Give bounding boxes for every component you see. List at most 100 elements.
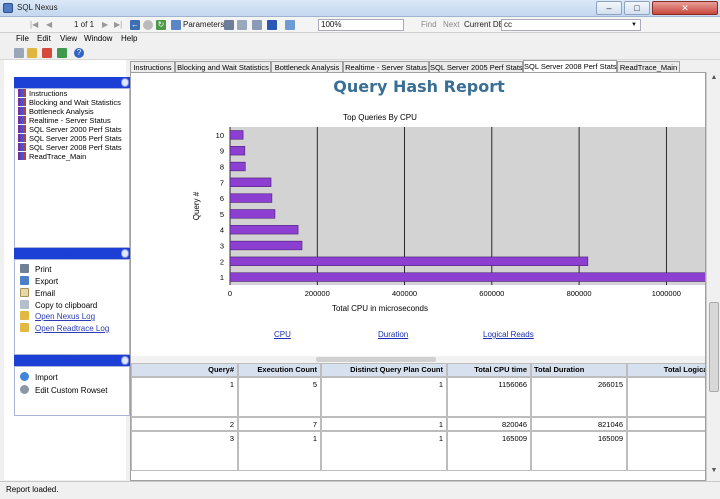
parameters-icon[interactable]	[171, 20, 181, 30]
task-label: Copy to clipboard	[35, 301, 98, 310]
bar	[229, 177, 272, 187]
new-icon[interactable]	[14, 48, 24, 58]
import-icon[interactable]	[42, 48, 52, 58]
print-layout-icon[interactable]	[237, 20, 247, 30]
data-edit-custom-rowset[interactable]: Edit Custom Rowset	[20, 385, 107, 395]
reports-pane-header[interactable]: Reports	[14, 77, 130, 88]
menu-file[interactable]: File	[16, 34, 29, 43]
left-pane: Reports Instructions Blocking and Wait S…	[4, 60, 130, 480]
stop-icon[interactable]	[143, 20, 153, 30]
gear-icon	[20, 372, 29, 381]
report-item-realtime[interactable]: Realtime - Server Status	[18, 116, 111, 125]
report-item-label: ReadTrace_Main	[29, 152, 87, 161]
y-tick-label: 5	[220, 210, 224, 219]
col-plan-count: Distinct Query Plan Count	[321, 363, 447, 377]
report-icon	[18, 134, 26, 142]
task-export[interactable]: Export	[20, 276, 58, 286]
cpu-bar-chart: Top Queries By CPU 0 200000 400000 600000 800…	[192, 113, 705, 313]
refresh-data-icon[interactable]	[57, 48, 67, 58]
status-bar: Report loaded.	[0, 481, 720, 499]
x-tick-label: 800000	[567, 289, 592, 298]
current-db-label: Current DB	[464, 20, 505, 29]
horizontal-scrollbar[interactable]	[131, 356, 705, 363]
current-db-select[interactable]: cc ▼	[501, 19, 641, 31]
parameters-button[interactable]: Parameters	[183, 19, 224, 31]
last-page-icon[interactable]: ▶|	[114, 19, 122, 31]
collapse-icon[interactable]	[121, 249, 129, 258]
x-tick-label: 0	[228, 289, 232, 298]
zoom-value: 100%	[321, 20, 342, 29]
save-icon[interactable]	[267, 20, 277, 30]
table-cell	[627, 377, 705, 417]
page-setup-icon[interactable]	[252, 20, 262, 30]
next-page-icon[interactable]: ▶	[102, 19, 108, 31]
col-cpu-time: Total CPU time	[447, 363, 531, 377]
data-import[interactable]: Import	[20, 372, 58, 382]
collapse-icon[interactable]	[121, 78, 129, 87]
tasks-pane-header[interactable]: Tasks	[14, 248, 130, 259]
col-duration: Total Duration	[531, 363, 627, 377]
close-button[interactable]: ✕	[652, 1, 718, 15]
report-item-2005[interactable]: SQL Server 2005 Perf Stats	[18, 134, 122, 143]
data-pane-header[interactable]: Data	[14, 355, 130, 366]
report-icon	[18, 125, 26, 133]
menu-help[interactable]: Help	[121, 34, 137, 43]
y-tick-label: 4	[220, 226, 224, 235]
task-copy-clipboard[interactable]: Copy to clipboard	[20, 300, 97, 310]
vertical-scrollbar[interactable]: ▲ ▼	[706, 72, 720, 481]
report-item-bottleneck[interactable]: Bottleneck Analysis	[18, 107, 94, 116]
table-cell: 820046	[447, 417, 531, 431]
help-icon[interactable]: ?	[74, 48, 84, 58]
email-icon	[20, 288, 29, 297]
task-open-nexus-log[interactable]: Open Nexus Log	[20, 311, 95, 321]
task-label: Open Nexus Log	[35, 312, 96, 321]
task-open-readtrace-log[interactable]: Open Readtrace Log	[20, 323, 109, 333]
maximize-button[interactable]: □	[624, 1, 650, 15]
find-button[interactable]: Find	[421, 19, 437, 31]
bar	[229, 146, 246, 156]
table-cell: 266015	[531, 377, 627, 417]
scroll-thumb[interactable]	[709, 302, 719, 392]
menu-view[interactable]: View	[60, 34, 77, 43]
y-tick-label: 1	[220, 273, 224, 282]
col-logical-reads: Total Logical R	[627, 363, 705, 377]
menu-window[interactable]: Window	[84, 34, 112, 43]
title-bar: SQL Nexus – □ ✕	[0, 0, 720, 17]
table-cell	[627, 431, 705, 471]
refresh-icon[interactable]: ↻	[156, 20, 166, 30]
x-tick-label: 400000	[392, 289, 417, 298]
app-icon	[3, 3, 13, 13]
scroll-thumb[interactable]	[316, 357, 436, 362]
link-cpu[interactable]: CPU	[274, 330, 291, 339]
report-title: Query Hash Report	[333, 77, 505, 96]
report-item-label: SQL Server 2005 Perf Stats	[29, 134, 122, 143]
export-icon[interactable]	[285, 20, 295, 30]
report-item-label: Blocking and Wait Statistics	[29, 98, 121, 107]
task-label: Email	[35, 289, 56, 298]
back-icon[interactable]: ←	[130, 20, 140, 30]
minimize-button[interactable]: –	[596, 1, 622, 15]
first-page-icon[interactable]: |◀	[30, 19, 38, 31]
reports-header-label: Reports	[57, 78, 86, 87]
report-item-2000[interactable]: SQL Server 2000 Perf Stats	[18, 125, 122, 134]
collapse-icon[interactable]	[121, 356, 129, 365]
prev-page-icon[interactable]: ◀	[46, 19, 52, 31]
report-icon	[18, 89, 26, 97]
scroll-up-icon[interactable]: ▲	[709, 74, 719, 84]
next-button[interactable]: Next	[443, 19, 459, 31]
report-item-2008[interactable]: SQL Server 2008 Perf Stats	[18, 143, 122, 152]
menu-edit[interactable]: Edit	[37, 34, 51, 43]
task-print[interactable]: Print	[20, 264, 51, 274]
bar	[229, 256, 589, 266]
task-email[interactable]: Email	[20, 288, 55, 298]
report-item-blocking[interactable]: Blocking and Wait Statistics	[18, 98, 121, 107]
link-logical-reads[interactable]: Logical Reads	[483, 330, 534, 339]
report-item-instructions[interactable]: Instructions	[18, 89, 67, 98]
zoom-select[interactable]: 100%	[318, 19, 404, 31]
report-item-readtrace[interactable]: ReadTrace_Main	[18, 152, 86, 161]
print-icon[interactable]	[224, 20, 234, 30]
link-duration[interactable]: Duration	[378, 330, 408, 339]
y-tick-label: 2	[220, 257, 224, 266]
open-folder-icon[interactable]	[27, 48, 37, 58]
scroll-down-icon[interactable]: ▼	[709, 467, 719, 477]
